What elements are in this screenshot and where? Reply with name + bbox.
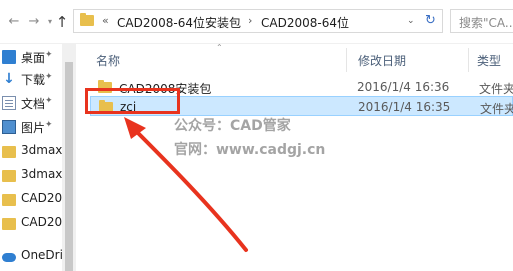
sidebar-item-desktop[interactable]: 桌面 ✦	[0, 46, 60, 68]
column-divider[interactable]	[468, 48, 469, 72]
sidebar-item-label: 文档	[21, 97, 46, 111]
search-placeholder: 搜索"CA...	[459, 16, 513, 30]
sidebar-item-label: 3dmax	[21, 167, 63, 181]
sidebar-item-pictures[interactable]: 图片 ✦	[0, 116, 60, 138]
address-dropdown-icon[interactable]: ⌄	[407, 16, 415, 26]
breadcrumb-separator-icon[interactable]: ›	[248, 14, 252, 27]
picture-icon	[2, 120, 16, 134]
desktop-icon	[2, 50, 16, 64]
column-header-modified[interactable]: 修改日期	[358, 52, 406, 69]
search-input[interactable]: 搜索"CA...	[450, 9, 513, 33]
sidebar-scrollbar[interactable]	[62, 44, 76, 271]
folder-icon	[2, 218, 16, 230]
watermark-line: 官网：www.cadgj.cn	[174, 142, 326, 158]
sidebar-item-cad20[interactable]: CAD20	[0, 212, 63, 234]
folder-icon	[2, 170, 16, 182]
column-header-type[interactable]: 类型	[477, 52, 501, 69]
file-type: 文件夹	[479, 82, 513, 96]
sidebar-item-3dmax[interactable]: 3dmax	[0, 140, 63, 162]
address-bar[interactable]: « CAD2008-64位安装包 › CAD2008-64位 ⌄ ↻	[73, 9, 443, 33]
sidebar-item-downloads[interactable]: ↓ 下载 ✦	[0, 68, 60, 90]
file-modified: 2016/1/4 16:36	[357, 80, 450, 94]
folder-icon	[2, 146, 16, 158]
onedrive-icon	[2, 253, 16, 262]
scrollbar-thumb[interactable]	[65, 62, 73, 271]
up-arrow-icon[interactable]: ↑	[54, 14, 70, 30]
pin-icon: ✦	[45, 120, 53, 130]
download-icon: ↓	[3, 71, 15, 87]
sidebar-item-label: 桌面	[21, 51, 46, 65]
sidebar-item-label: CAD20	[21, 215, 63, 229]
sidebar-item-label: CAD20	[21, 191, 63, 205]
column-divider[interactable]	[346, 48, 347, 72]
breadcrumb-item[interactable]: CAD2008-64位安装包	[117, 14, 241, 31]
sidebar-item-label: 下载	[21, 73, 46, 87]
sidebar-item-onedrive[interactable]: OneDriv	[0, 245, 70, 267]
pin-icon: ✦	[45, 50, 53, 60]
column-header-name[interactable]: 名称	[96, 52, 120, 69]
refresh-icon[interactable]: ↻	[425, 13, 436, 28]
folder-icon	[2, 194, 16, 206]
folder-icon	[80, 13, 94, 26]
breadcrumb-item[interactable]: CAD2008-64位	[261, 14, 349, 31]
pin-icon: ✦	[45, 96, 53, 106]
forward-arrow-icon[interactable]: →	[26, 14, 42, 30]
back-arrow-icon[interactable]: ←	[6, 14, 22, 30]
file-type: 文件夹	[480, 102, 513, 116]
watermark-line: 公众号：CAD管家	[174, 118, 291, 134]
sidebar-item-3dmax[interactable]: 3dmax	[0, 164, 63, 186]
breadcrumb-overflow[interactable]: «	[102, 14, 109, 27]
sort-up-icon: ⌃	[216, 43, 223, 52]
pin-icon: ✦	[45, 72, 53, 82]
navigation-pane: 桌面 ✦ ↓ 下载 ✦ 文档 ✦ 图片 ✦ 3dmax 3dmax CAD20 …	[0, 44, 70, 271]
sidebar-item-documents[interactable]: 文档 ✦	[0, 92, 60, 114]
file-modified: 2016/1/4 16:35	[358, 100, 451, 114]
sidebar-item-cad20[interactable]: CAD20	[0, 188, 63, 210]
annotation-highlight-box	[85, 88, 180, 114]
sidebar-item-label: 图片	[21, 121, 46, 135]
sidebar-item-label: 3dmax	[21, 143, 63, 157]
document-icon	[2, 96, 16, 110]
address-row: ← → ▾ ↑ « CAD2008-64位安装包 › CAD2008-64位 ⌄…	[0, 0, 513, 44]
